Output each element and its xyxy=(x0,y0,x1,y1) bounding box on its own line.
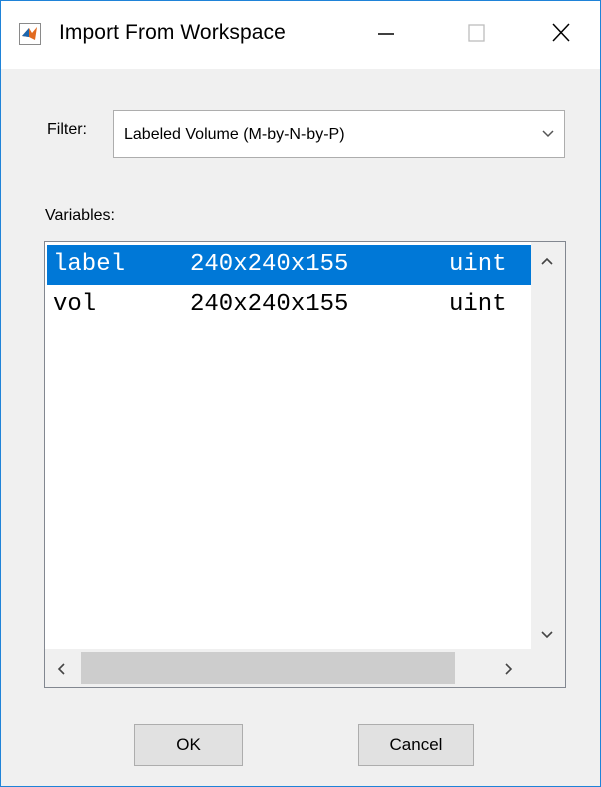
minimize-button[interactable] xyxy=(341,1,431,69)
import-dialog: Import From Workspace Filter: Labeled Vo… xyxy=(0,0,601,787)
variable-size: 240x240x155 xyxy=(190,291,349,318)
chevron-down-icon[interactable] xyxy=(540,125,556,146)
minimize-icon xyxy=(341,21,431,50)
scrollbar-corner xyxy=(531,649,565,687)
chevron-up-icon[interactable] xyxy=(539,254,555,272)
vertical-scrollbar[interactable] xyxy=(531,242,565,650)
list-item[interactable]: label 240x240x155 uint xyxy=(47,245,531,285)
chevron-down-icon[interactable] xyxy=(539,628,555,646)
variable-class: uint xyxy=(449,291,507,318)
maximize-icon xyxy=(431,21,521,50)
variable-size: 240x240x155 xyxy=(190,251,349,278)
variable-name: vol xyxy=(53,291,97,318)
list-item[interactable]: vol 240x240x155 uint xyxy=(47,285,531,325)
window-title: Import From Workspace xyxy=(59,21,286,44)
chevron-right-icon[interactable] xyxy=(503,661,515,682)
title-bar[interactable]: Import From Workspace xyxy=(1,1,600,69)
close-button[interactable] xyxy=(521,1,600,69)
ok-button[interactable]: OK xyxy=(134,724,243,766)
filter-selected-value: Labeled Volume (M-by-N-by-P) xyxy=(124,126,345,143)
variable-class: uint xyxy=(449,251,507,278)
filter-label: Filter: xyxy=(47,121,87,138)
chevron-left-icon[interactable] xyxy=(55,661,67,682)
matlab-logo-icon xyxy=(19,23,41,45)
variables-list[interactable]: label 240x240x155 uint vol 240x240x155 u… xyxy=(44,241,566,688)
scroll-thumb[interactable] xyxy=(81,652,455,684)
cancel-button[interactable]: Cancel xyxy=(358,724,474,766)
horizontal-scrollbar[interactable] xyxy=(45,649,533,687)
filter-dropdown[interactable]: Labeled Volume (M-by-N-by-P) xyxy=(113,110,565,158)
maximize-button[interactable] xyxy=(431,1,521,69)
variable-name: label xyxy=(53,251,126,278)
close-icon xyxy=(521,21,600,50)
variables-label: Variables: xyxy=(45,207,115,224)
